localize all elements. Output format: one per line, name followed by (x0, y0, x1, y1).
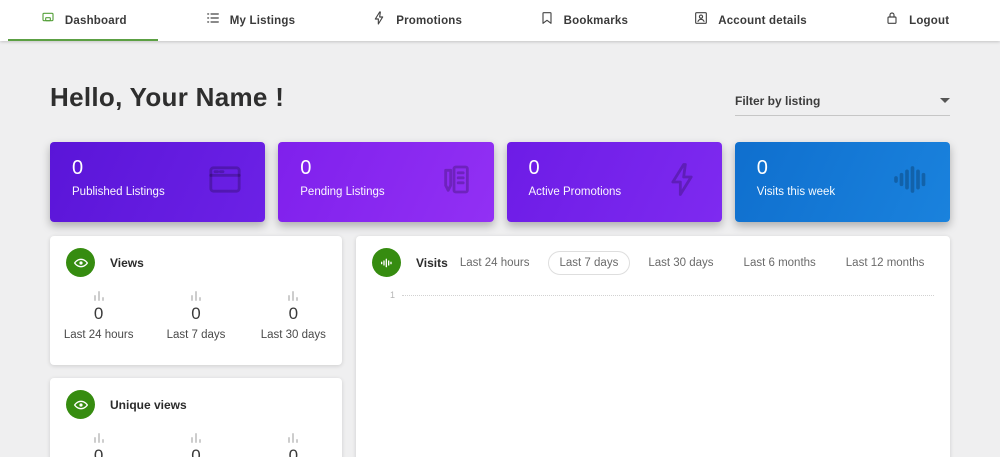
views-card-header: Views (50, 236, 342, 277)
top-navigation: Dashboard My Listings Promotions Bookmar… (0, 0, 1000, 41)
bar-chart-icon (288, 291, 299, 301)
stat-card-active-promotions: 0 Active Promotions (506, 142, 722, 222)
nav-item-my-listings[interactable]: My Listings (167, 0, 334, 41)
nav-label: Logout (909, 14, 950, 27)
filter-by-listing-select[interactable]: Filter by listing (735, 86, 950, 116)
nav-label: Bookmarks (563, 14, 629, 27)
equalizer-icon (372, 248, 401, 277)
nav-item-bookmarks[interactable]: Bookmarks (500, 0, 667, 41)
nav-item-account-details[interactable]: Account details (667, 0, 834, 41)
stat-card-visits-this-week: 0 Visits this week (734, 142, 950, 222)
eye-icon (66, 390, 95, 419)
tab-last-24-hours[interactable]: Last 24 hours (448, 251, 542, 275)
tab-last-12-months[interactable]: Last 12 months (834, 251, 937, 275)
visits-chart: 1 (372, 290, 934, 457)
stat-cards-row: 0 Published Listings 0 Pending Listings … (50, 142, 950, 222)
stat-value: 0 (93, 304, 104, 323)
card-title: Views (110, 255, 144, 270)
dashboard-icon (40, 10, 56, 31)
equalizer-icon (890, 160, 930, 205)
browser-window-icon (205, 160, 245, 205)
filter-label: Filter by listing (735, 93, 821, 108)
nav-item-logout[interactable]: Logout (833, 0, 1000, 41)
visits-range-tabs: Last 24 hours Last 7 days Last 30 days L… (448, 250, 937, 275)
unique-views-card: Unique views 0 0 0 (50, 378, 342, 457)
stat-value: 0 (191, 304, 201, 323)
y-axis-tick-label: 1 (390, 290, 396, 300)
stat-label: Last 30 days (260, 329, 326, 341)
stat-card-pending-listings: 0 Pending Listings (278, 142, 494, 222)
views-stat-24h: 0 Last 24 hours (50, 291, 147, 341)
bar-chart-icon (93, 291, 104, 301)
stat-value: 0 (191, 446, 201, 457)
bar-chart-icon (288, 433, 299, 443)
unique-views-card-header: Unique views (50, 378, 342, 419)
unique-views-stats-row: 0 0 0 (50, 433, 342, 457)
visits-card: Visits Last 24 hours Last 7 days Last 30… (356, 236, 950, 457)
list-icon (205, 10, 221, 31)
dashboard-page: Dashboard My Listings Promotions Bookmar… (0, 0, 1000, 457)
page-title-greeting: Hello, Your Name ! (50, 82, 285, 112)
eye-icon (66, 248, 95, 277)
card-title: Unique views (110, 397, 187, 412)
stat-value: 0 (288, 304, 299, 323)
nav-label: Dashboard (64, 14, 127, 27)
views-stat-7d: 0 Last 7 days (147, 291, 244, 341)
card-title: Visits (416, 255, 448, 270)
account-box-icon (693, 10, 709, 31)
views-card: Views 0 Last 24 hours 0 Last 7 days 0 La… (50, 236, 342, 365)
bolt-icon (662, 160, 702, 205)
chevron-down-icon (940, 98, 950, 103)
stat-card-published-listings: 0 Published Listings (50, 142, 266, 222)
visits-card-header: Visits Last 24 hours Last 7 days Last 30… (356, 236, 950, 277)
nav-label: Account details (718, 14, 807, 27)
unique-views-stat-1: 0 (50, 433, 147, 457)
tab-last-7-days[interactable]: Last 7 days (547, 250, 631, 275)
bar-chart-icon (190, 433, 201, 443)
stat-label: Last 24 hours (63, 329, 134, 341)
bookmark-icon (539, 10, 555, 31)
stat-value: 0 (288, 446, 299, 457)
nav-label: Promotions (396, 14, 463, 27)
tab-last-6-months[interactable]: Last 6 months (732, 251, 828, 275)
bar-chart-icon (93, 433, 104, 443)
nav-item-promotions[interactable]: Promotions (333, 0, 500, 41)
views-stat-30d: 0 Last 30 days (245, 291, 342, 341)
views-stats-row: 0 Last 24 hours 0 Last 7 days 0 Last 30 … (50, 291, 342, 341)
chart-gridline (402, 295, 934, 296)
unique-views-stat-2: 0 (147, 433, 244, 457)
bar-chart-icon (190, 291, 201, 301)
nav-item-dashboard[interactable]: Dashboard (0, 0, 167, 41)
edit-list-icon (434, 160, 474, 205)
tab-last-30-days[interactable]: Last 30 days (636, 251, 725, 275)
unique-views-stat-3: 0 (245, 433, 342, 457)
active-tab-underline (8, 39, 159, 41)
lock-icon (884, 10, 900, 31)
stat-label: Last 7 days (166, 329, 226, 341)
bolt-icon (371, 10, 387, 31)
nav-label: My Listings (229, 14, 296, 27)
stat-value: 0 (93, 446, 104, 457)
